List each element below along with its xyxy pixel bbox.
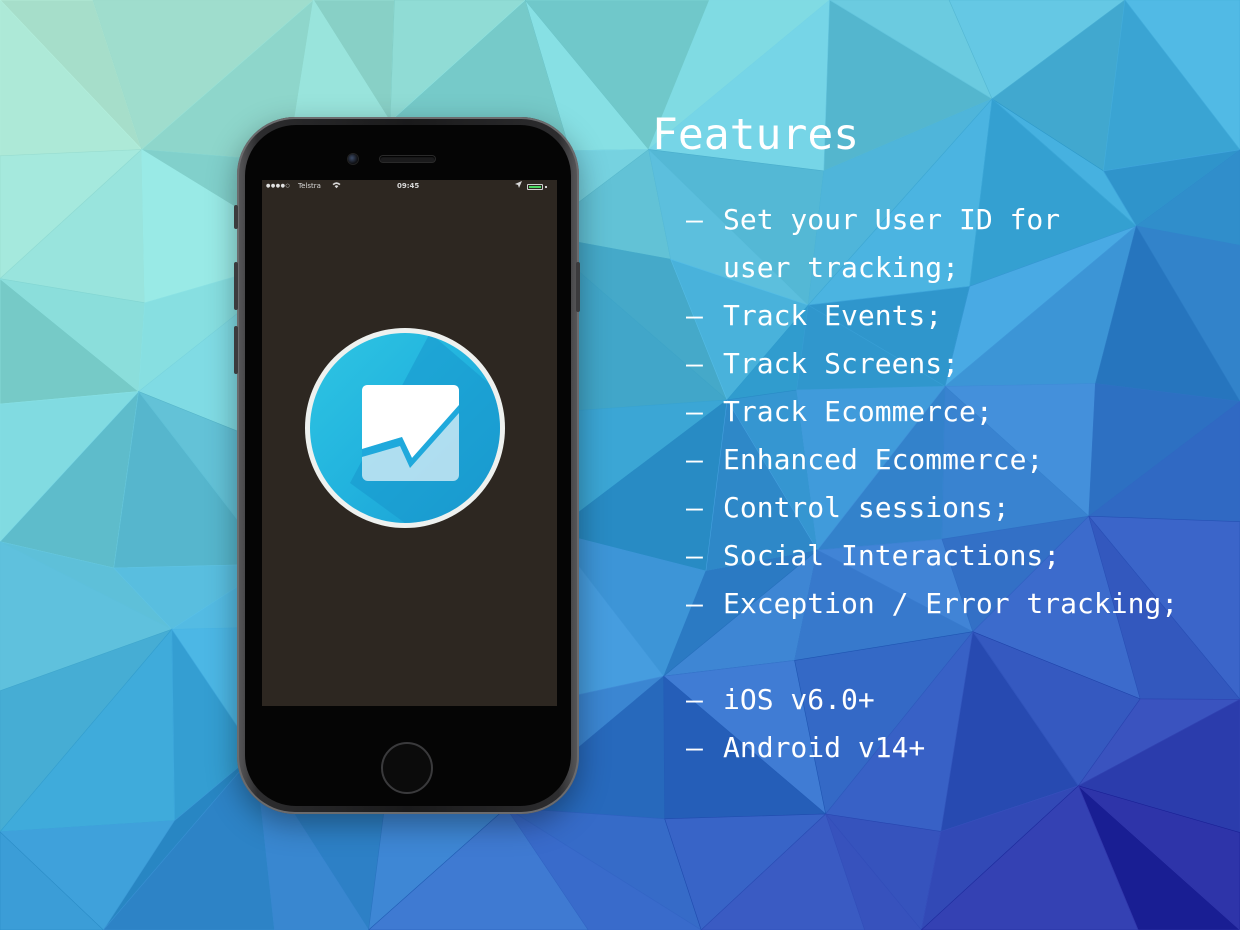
front-camera [348,154,358,164]
bullet-dash: – [686,395,703,428]
platform-list: – iOS v6.0+ – Android v14+ [686,676,925,772]
location-arrow-icon [515,181,522,190]
feature-text: Control sessions; [723,491,1010,524]
feature-text: Set your User ID for [723,203,1061,236]
feature-text: Track Events; [723,299,943,332]
feature-item: – Track Events; [686,292,1178,340]
platform-item: – iOS v6.0+ [686,676,925,724]
feature-item: user tracking; [686,244,1178,292]
bullet-dash: – [686,587,703,620]
earpiece-speaker [380,156,435,162]
feature-text: Track Screens; [723,347,960,380]
feature-item: – Exception / Error tracking; [686,580,1178,628]
volume-up-button [234,262,238,310]
signal-icon: ●●●●○ [266,183,291,189]
feature-item: – Set your User ID for [686,196,1178,244]
app-logo-circle [310,333,500,523]
battery-tip [545,186,547,188]
features-title: Features [652,110,860,160]
analytics-chart-icon [350,333,500,523]
app-logo-icon [305,328,505,528]
platform-text: Android v14+ [723,731,926,764]
feature-item: – Control sessions; [686,484,1178,532]
feature-text: Social Interactions; [723,539,1061,572]
bullet-dash: – [686,347,703,380]
power-button [576,262,580,312]
platform-item: – Android v14+ [686,724,925,772]
feature-item: – Track Ecommerce; [686,388,1178,436]
feature-item: – Track Screens; [686,340,1178,388]
feature-text: Exception / Error tracking; [723,587,1179,620]
bullet-dash: – [686,731,703,764]
bullet-dash: – [686,203,703,236]
carrier-name: Telstra [298,182,321,190]
feature-text: user tracking; [723,251,960,284]
status-bar: ●●●●○ Telstra 09:45 [262,180,557,194]
battery-level [529,186,541,188]
status-time: 09:45 [397,182,420,190]
platform-text: iOS v6.0+ [723,683,875,716]
mute-switch [234,205,238,229]
feature-item: – Social Interactions; [686,532,1178,580]
bullet-dash: – [686,443,703,476]
feature-list: – Set your User ID for user tracking; – Trac… [686,196,1178,628]
bullet-dash: – [686,299,703,332]
bullet-dash: – [686,539,703,572]
volume-down-button [234,326,238,374]
feature-item: – Enhanced Ecommerce; [686,436,1178,484]
feature-text: Enhanced Ecommerce; [723,443,1044,476]
battery-icon [527,184,543,190]
home-button[interactable] [381,742,433,794]
wifi-icon [332,181,341,191]
bullet-dash: – [686,491,703,524]
bullet-dash: – [686,683,703,716]
feature-text: Track Ecommerce; [723,395,993,428]
